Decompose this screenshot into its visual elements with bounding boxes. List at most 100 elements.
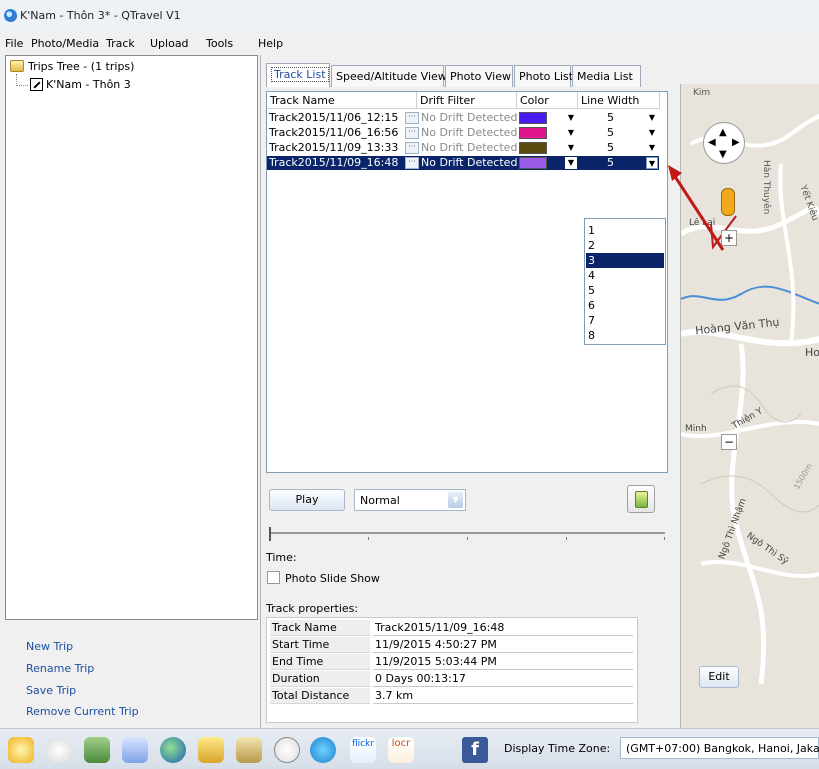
satellite-icon[interactable]: [122, 737, 148, 763]
width-dropdown-icon[interactable]: ▼: [646, 112, 658, 124]
rename-trip-link[interactable]: Rename Trip: [26, 662, 94, 675]
trips-tree-panel: Trips Tree - (1 trips) K'Nam - Thôn 3: [5, 55, 258, 620]
save-trip-link[interactable]: Save Trip: [26, 684, 76, 697]
menu-tools[interactable]: Tools: [206, 37, 233, 50]
width-option[interactable]: 8: [586, 328, 664, 343]
menu-track[interactable]: Track: [106, 37, 135, 50]
map-edit-button[interactable]: Edit: [699, 666, 739, 688]
tab-photo-view[interactable]: Photo View: [445, 65, 513, 87]
tab-media-list[interactable]: Media List: [572, 65, 641, 87]
tab-track-list[interactable]: Track List: [266, 63, 330, 87]
locr-icon[interactable]: locr: [388, 737, 414, 763]
taskbar: flickr locr f Display Time Zone: (GMT+07…: [0, 728, 819, 769]
photo-slide-show-checkbox[interactable]: [267, 571, 280, 584]
prop-key: Total Distance: [270, 688, 370, 704]
col-track-name[interactable]: Track Name: [267, 92, 417, 109]
navigation-icon[interactable]: [46, 737, 72, 763]
width-dropdown-icon[interactable]: ▼: [646, 127, 658, 139]
speed-select-value: Normal: [360, 494, 400, 507]
table-row[interactable]: Track2015/11/09_13:33 ··· No Drift Detec…: [267, 141, 659, 155]
drift-options-button[interactable]: ···: [405, 112, 419, 124]
table-row[interactable]: Track2015/11/06_12:15 ··· No Drift Detec…: [267, 111, 659, 125]
drift-cell: No Drift Detected: [421, 111, 518, 124]
title-bar: K'Nam - Thôn 3* - QTravel V1: [0, 0, 819, 32]
map-label: Kim: [693, 88, 711, 98]
chevron-down-icon: ▼: [448, 492, 463, 508]
tab-photo-list[interactable]: Photo List: [514, 65, 573, 87]
table-row-selected[interactable]: Track2015/11/09_16:48 ··· No Drift Detec…: [267, 156, 659, 170]
color-swatch[interactable]: [519, 157, 547, 169]
track-name-cell: Track2015/11/06_12:15: [269, 111, 399, 124]
tree-connector: [16, 74, 28, 86]
drift-options-button[interactable]: ···: [405, 157, 419, 169]
col-color[interactable]: Color: [517, 92, 578, 109]
width-option[interactable]: 1: [586, 223, 664, 238]
track-properties-title: Track properties:: [266, 602, 359, 615]
pan-right-icon[interactable]: ▶: [732, 137, 740, 148]
width-option[interactable]: 4: [586, 268, 664, 283]
prop-key: Duration: [270, 671, 370, 687]
width-option[interactable]: 2: [586, 238, 664, 253]
facebook-icon[interactable]: f: [462, 737, 488, 763]
time-zone-select[interactable]: (GMT+07:00) Bangkok, Hanoi, Jakart: [620, 737, 819, 759]
prop-value: 3.7 km: [373, 688, 633, 704]
color-dropdown-icon[interactable]: ▼: [565, 157, 577, 169]
color-swatch[interactable]: [519, 142, 547, 154]
menu-photo-media[interactable]: Photo/Media: [31, 37, 99, 50]
play-button[interactable]: Play: [269, 489, 345, 511]
pan-up-icon[interactable]: ▲: [719, 127, 727, 138]
color-swatch[interactable]: [519, 112, 547, 124]
width-option-highlighted[interactable]: 3: [586, 253, 664, 268]
pan-left-icon[interactable]: ◀: [708, 137, 716, 148]
new-trip-link[interactable]: New Trip: [26, 640, 73, 653]
remove-current-trip-link[interactable]: Remove Current Trip: [26, 705, 139, 718]
photo-import-icon[interactable]: [236, 737, 262, 763]
trips-tree-root[interactable]: Trips Tree - (1 trips): [28, 60, 134, 73]
color-dropdown-icon[interactable]: ▼: [565, 112, 577, 124]
gps-device-icon[interactable]: [84, 737, 110, 763]
prop-value: 0 Days 00:13:17: [373, 671, 633, 687]
globe-icon[interactable]: [160, 737, 186, 763]
slider-tick: [467, 537, 468, 540]
color-swatch[interactable]: [519, 127, 547, 139]
menu-upload[interactable]: Upload: [150, 37, 189, 50]
tab-speed-altitude[interactable]: Speed/Altitude View: [331, 65, 447, 87]
time-zone-label: Display Time Zone:: [504, 742, 611, 755]
prop-value: 11/9/2015 4:50:27 PM: [373, 637, 633, 653]
prop-value: 11/9/2015 5:03:44 PM: [373, 654, 633, 670]
width-dropdown-icon[interactable]: ▼: [646, 157, 658, 169]
folder-photos-icon[interactable]: [198, 737, 224, 763]
clock-icon[interactable]: [274, 737, 300, 763]
time-slider[interactable]: [269, 527, 665, 541]
tree-item-trip[interactable]: K'Nam - Thôn 3: [46, 78, 131, 91]
drift-options-button[interactable]: ···: [405, 142, 419, 154]
flickr-icon[interactable]: flickr: [350, 737, 376, 763]
track-name-cell: Track2015/11/09_13:33: [269, 141, 399, 154]
window-title: K'Nam - Thôn 3* - QTravel V1: [20, 9, 181, 22]
color-dropdown-icon[interactable]: ▼: [565, 127, 577, 139]
drift-options-button[interactable]: ···: [405, 127, 419, 139]
app-icon: [4, 9, 17, 22]
width-option[interactable]: 5: [586, 283, 664, 298]
table-row[interactable]: Track2015/11/06_16:56 ··· No Drift Detec…: [267, 126, 659, 140]
recycle-bin-button[interactable]: [627, 485, 655, 513]
drift-cell: No Drift Detected: [421, 126, 518, 139]
speed-select[interactable]: Normal ▼: [354, 489, 466, 511]
width-dropdown-icon[interactable]: ▼: [646, 142, 658, 154]
width-option[interactable]: 6: [586, 298, 664, 313]
map-label: Hàn Thuyên: [761, 160, 771, 215]
line-width-cell: 5: [607, 156, 614, 169]
slider-thumb[interactable]: [269, 527, 271, 541]
width-option[interactable]: 7: [586, 313, 664, 328]
pan-control[interactable]: ▲ ◀ ▶ ▼: [703, 122, 745, 164]
menu-file[interactable]: File: [5, 37, 23, 50]
pan-down-icon[interactable]: ▼: [719, 149, 727, 160]
prop-key: Track Name: [270, 620, 370, 636]
sun-icon[interactable]: [8, 737, 34, 763]
zoom-out-button[interactable]: −: [721, 434, 737, 450]
col-line-width[interactable]: Line Width: [578, 92, 660, 109]
menu-help[interactable]: Help: [258, 37, 283, 50]
sync-icon[interactable]: [310, 737, 336, 763]
color-dropdown-icon[interactable]: ▼: [565, 142, 577, 154]
col-drift-filter[interactable]: Drift Filter: [417, 92, 517, 109]
